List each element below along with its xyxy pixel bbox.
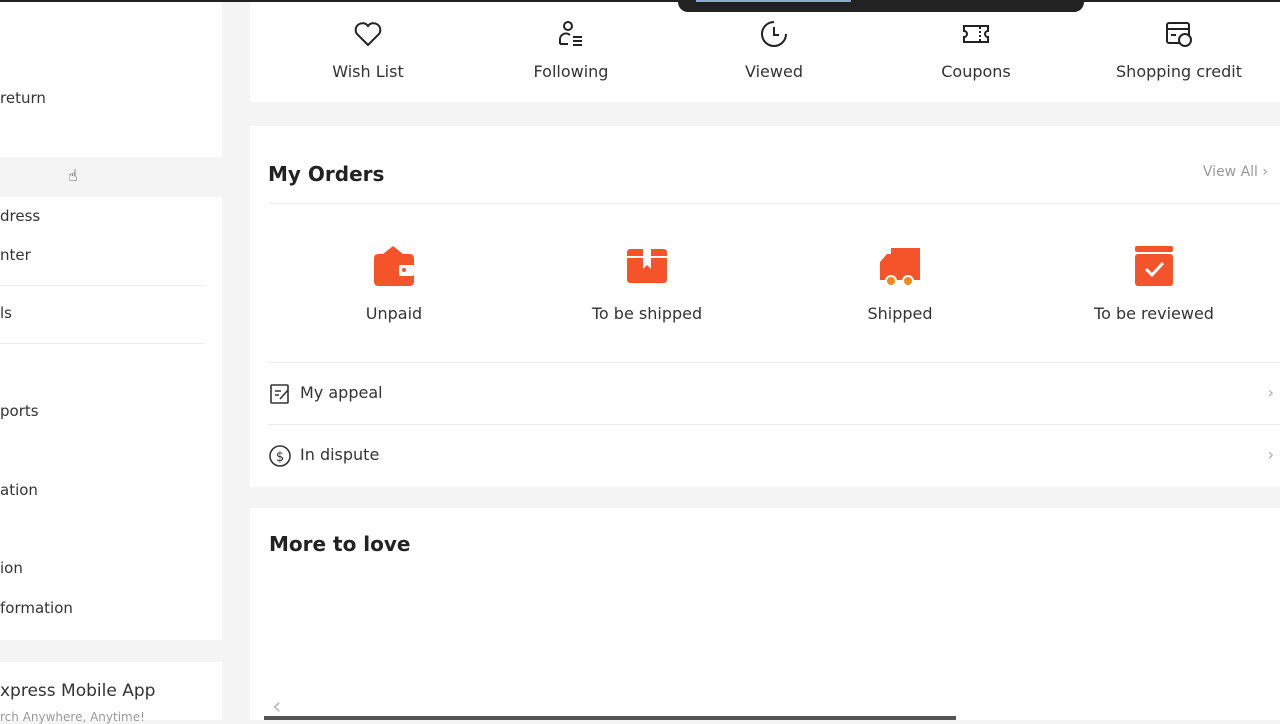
sidebar-item[interactable]: ion [0, 559, 23, 577]
orders-title: My Orders [268, 162, 385, 186]
divider [268, 203, 1280, 204]
app-subtitle: rch Anywhere, Anytime! [0, 710, 145, 724]
view-all-link[interactable]: View All › [1203, 164, 1268, 180]
in-dispute-row[interactable]: $ In dispute › [268, 424, 1280, 486]
svg-text:$: $ [276, 450, 284, 465]
sidebar-section-2: dress nter ls ports ation ion formation [0, 197, 222, 640]
clock-icon [761, 21, 787, 47]
label: In dispute [300, 445, 380, 464]
divider [0, 343, 205, 344]
more-title: More to love [269, 532, 411, 556]
wallet-icon [374, 246, 414, 286]
chevron-right-icon: › [1267, 383, 1274, 402]
chevron-right-icon: › [1267, 445, 1274, 464]
shopping-credit-link[interactable]: Shopping credit [1099, 18, 1259, 81]
sidebar-item[interactable]: ation [0, 481, 38, 499]
coupons-link[interactable]: Coupons [896, 18, 1056, 81]
more-to-love-card: More to love ‹ [250, 508, 1280, 720]
sidebar-item[interactable]: formation [0, 599, 73, 617]
order-status-to-be-reviewed[interactable]: To be reviewed [1054, 244, 1254, 323]
chevron-right-icon: › [1262, 164, 1268, 180]
sidebar-item[interactable]: nter [0, 246, 31, 264]
label: To be shipped [591, 304, 703, 323]
label: Coupons [941, 62, 1011, 81]
quick-links-card: Wish List Following Viewed Coupons Shopp… [250, 0, 1280, 102]
label: Following [533, 62, 609, 81]
order-status-to-be-shipped[interactable]: To be shipped [547, 244, 747, 323]
my-orders-card: My Orders View All › Unpaid To be shippe… [250, 126, 1280, 487]
sidebar-item[interactable]: ls [0, 304, 12, 322]
sidebar-item[interactable]: ports [0, 402, 39, 420]
sidebar-item[interactable]: return [0, 89, 46, 107]
credit-icon [1166, 22, 1192, 47]
label: Wish List [332, 62, 404, 81]
floating-toolbar [678, 0, 1084, 12]
review-icon [1135, 246, 1173, 286]
app-title: xpress Mobile App [0, 681, 156, 701]
my-appeal-row[interactable]: My appeal › [268, 362, 1280, 424]
label: Unpaid [365, 304, 423, 323]
truck-icon [880, 248, 920, 287]
following-icon [559, 21, 582, 46]
sidebar-section-1: return [0, 0, 222, 157]
label: Shopping credit [1116, 62, 1242, 81]
dollar-icon: $ [269, 445, 291, 467]
sidebar-item[interactable]: dress [0, 207, 40, 225]
wish-list-link[interactable]: Wish List [288, 18, 448, 81]
progress-indicator [696, 0, 851, 2]
order-status-shipped[interactable]: Shipped [800, 244, 1000, 323]
appeal-icon [270, 384, 289, 404]
label: My appeal [300, 383, 383, 402]
heart-icon [354, 22, 382, 47]
top-border [0, 0, 1280, 2]
following-link[interactable]: Following [491, 18, 651, 81]
label: Viewed [745, 62, 803, 81]
mobile-app-section[interactable]: xpress Mobile App rch Anywhere, Anytime! [0, 662, 222, 724]
viewed-link[interactable]: Viewed [694, 18, 854, 81]
label: To be reviewed [1094, 304, 1214, 323]
box-icon [627, 249, 667, 283]
horizontal-scrollbar[interactable] [264, 716, 956, 720]
label: Shipped [867, 304, 933, 323]
cursor-hand-icon: ☝ [68, 166, 78, 185]
divider [0, 285, 205, 286]
order-status-unpaid[interactable]: Unpaid [294, 244, 494, 323]
coupon-icon [963, 25, 989, 43]
